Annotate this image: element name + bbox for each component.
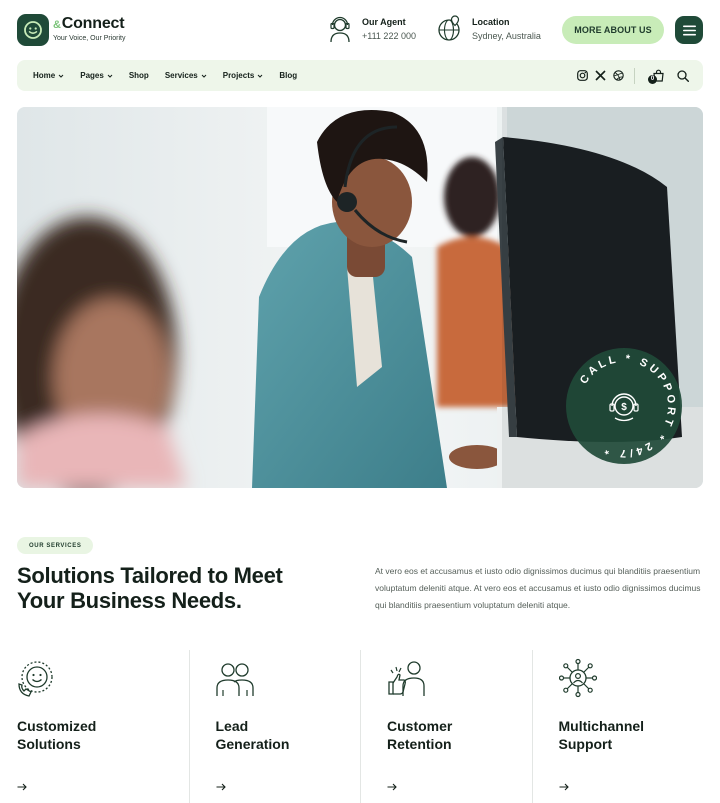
brand-name: &Connect — [53, 15, 126, 34]
service-card-title-line2: Retention — [387, 736, 452, 752]
chevron-down-icon — [107, 74, 113, 78]
agent-label: Our Agent — [362, 17, 406, 27]
nav-item-shop[interactable]: Shop — [129, 71, 149, 80]
service-card-title-line1: Customized — [17, 718, 97, 734]
section-heading-line1: Solutions Tailored to Meet — [17, 563, 283, 588]
service-card-title: Multichannel Support — [559, 717, 699, 753]
agent-phone: +111 222 000 — [362, 31, 416, 41]
main-navigation: Home Pages Shop Services Projects Blog 0 — [17, 60, 703, 91]
nav-item-home[interactable]: Home — [33, 71, 64, 80]
nav-divider — [634, 67, 635, 84]
service-card-title-line2: Support — [558, 736, 613, 752]
logo-icon[interactable] — [17, 14, 49, 46]
section-heading-line2: Your Business Needs. — [17, 588, 242, 613]
menu-toggle-button[interactable] — [675, 16, 703, 44]
network-user-icon — [558, 658, 597, 698]
service-card-customer-retention[interactable]: Customer Retention — [360, 650, 532, 803]
instagram-icon — [576, 70, 588, 81]
more-about-us-button[interactable]: MORE ABOUT US — [562, 16, 664, 44]
two-users-icon — [215, 663, 254, 696]
smile-chat-icon — [24, 21, 42, 39]
service-card-title-line1: Customer — [387, 718, 453, 734]
section-tag: OUR SERVICES — [17, 537, 94, 554]
arrow-right-icon[interactable] — [216, 782, 226, 792]
service-card-customized-solutions[interactable]: Customized Solutions — [17, 650, 189, 803]
call-support-badge[interactable]: CALL * SUPPORT * 24/7 * $ — [565, 347, 683, 465]
cart-count-badge: 0 — [648, 74, 657, 84]
call-support-badge-graphic: CALL * SUPPORT * 24/7 * $ — [566, 348, 682, 464]
smile-phone-icon — [18, 661, 53, 697]
brand-tagline: Your Voice, Our Priority — [53, 35, 126, 42]
top-header: &Connect Your Voice, Our Priority Our Ag… — [0, 0, 720, 60]
nav-item-label: Pages — [80, 71, 104, 80]
service-card-title: Lead Generation — [216, 717, 356, 753]
hamburger-icon — [682, 25, 696, 35]
logo-text[interactable]: &Connect Your Voice, Our Priority — [53, 15, 126, 43]
service-card-title: Customer Retention — [387, 717, 527, 753]
service-card-title-line2: Generation — [215, 736, 290, 752]
nav-item-blog[interactable]: Blog — [279, 71, 297, 80]
brand-name-prefix: & — [53, 19, 61, 31]
dribbble-icon — [612, 70, 624, 81]
x-icon — [594, 70, 606, 81]
svg-text:$: $ — [621, 402, 627, 413]
instagram-link[interactable] — [576, 70, 588, 82]
chevron-down-icon — [201, 74, 207, 78]
chevron-down-icon — [58, 74, 64, 78]
nav-item-label: Services — [164, 71, 198, 80]
nav-item-pages[interactable]: Pages — [80, 71, 113, 80]
nav-item-projects[interactable]: Projects — [223, 71, 264, 80]
location-label: Location — [472, 17, 510, 27]
nav-item-services[interactable]: Services — [165, 71, 207, 80]
service-card-multichannel-support[interactable]: Multichannel Support — [531, 650, 704, 803]
nav-utilities: 0 — [570, 60, 689, 91]
headset-agent-icon — [330, 16, 350, 43]
nav-item-label: Home — [33, 71, 56, 80]
nav-item-label: Blog — [279, 71, 298, 80]
search-button[interactable] — [677, 69, 689, 82]
thumbs-up-user-icon — [388, 661, 425, 696]
arrow-right-icon[interactable] — [387, 782, 397, 792]
agent-contact[interactable]: Our Agent +111 222 000 — [326, 14, 416, 44]
service-card-lead-generation[interactable]: Lead Generation — [188, 650, 361, 803]
search-icon — [677, 69, 689, 82]
service-card-title-line1: Multichannel — [558, 718, 645, 734]
nav-item-label: Shop — [128, 71, 149, 80]
brand-name-text: Connect — [61, 15, 125, 32]
service-card-title-line1: Lead — [215, 718, 249, 734]
dribbble-link[interactable] — [612, 70, 624, 82]
nav-item-label: Projects — [222, 71, 255, 80]
section-description: At vero eos et accusamus et iusto odio d… — [375, 566, 701, 610]
arrow-right-icon[interactable] — [17, 782, 27, 792]
service-card-title-line2: Solutions — [17, 736, 81, 752]
service-cards: Customized Solutions Lead Generation Custo… — [17, 650, 703, 803]
x-link[interactable] — [594, 70, 606, 82]
chevron-down-icon — [257, 74, 263, 78]
arrow-right-icon[interactable] — [559, 782, 569, 792]
service-card-title: Customized Solutions — [17, 717, 157, 753]
location-value: Sydney, Australia — [472, 31, 541, 41]
location-info[interactable]: Location Sydney, Australia — [436, 14, 541, 44]
globe-pin-icon — [438, 15, 460, 41]
cart-button[interactable]: 0 — [648, 69, 665, 84]
hero-image: CALL * SUPPORT * 24/7 * $ — [17, 107, 703, 488]
section-heading: Solutions Tailored to Meet Your Business… — [17, 563, 347, 613]
